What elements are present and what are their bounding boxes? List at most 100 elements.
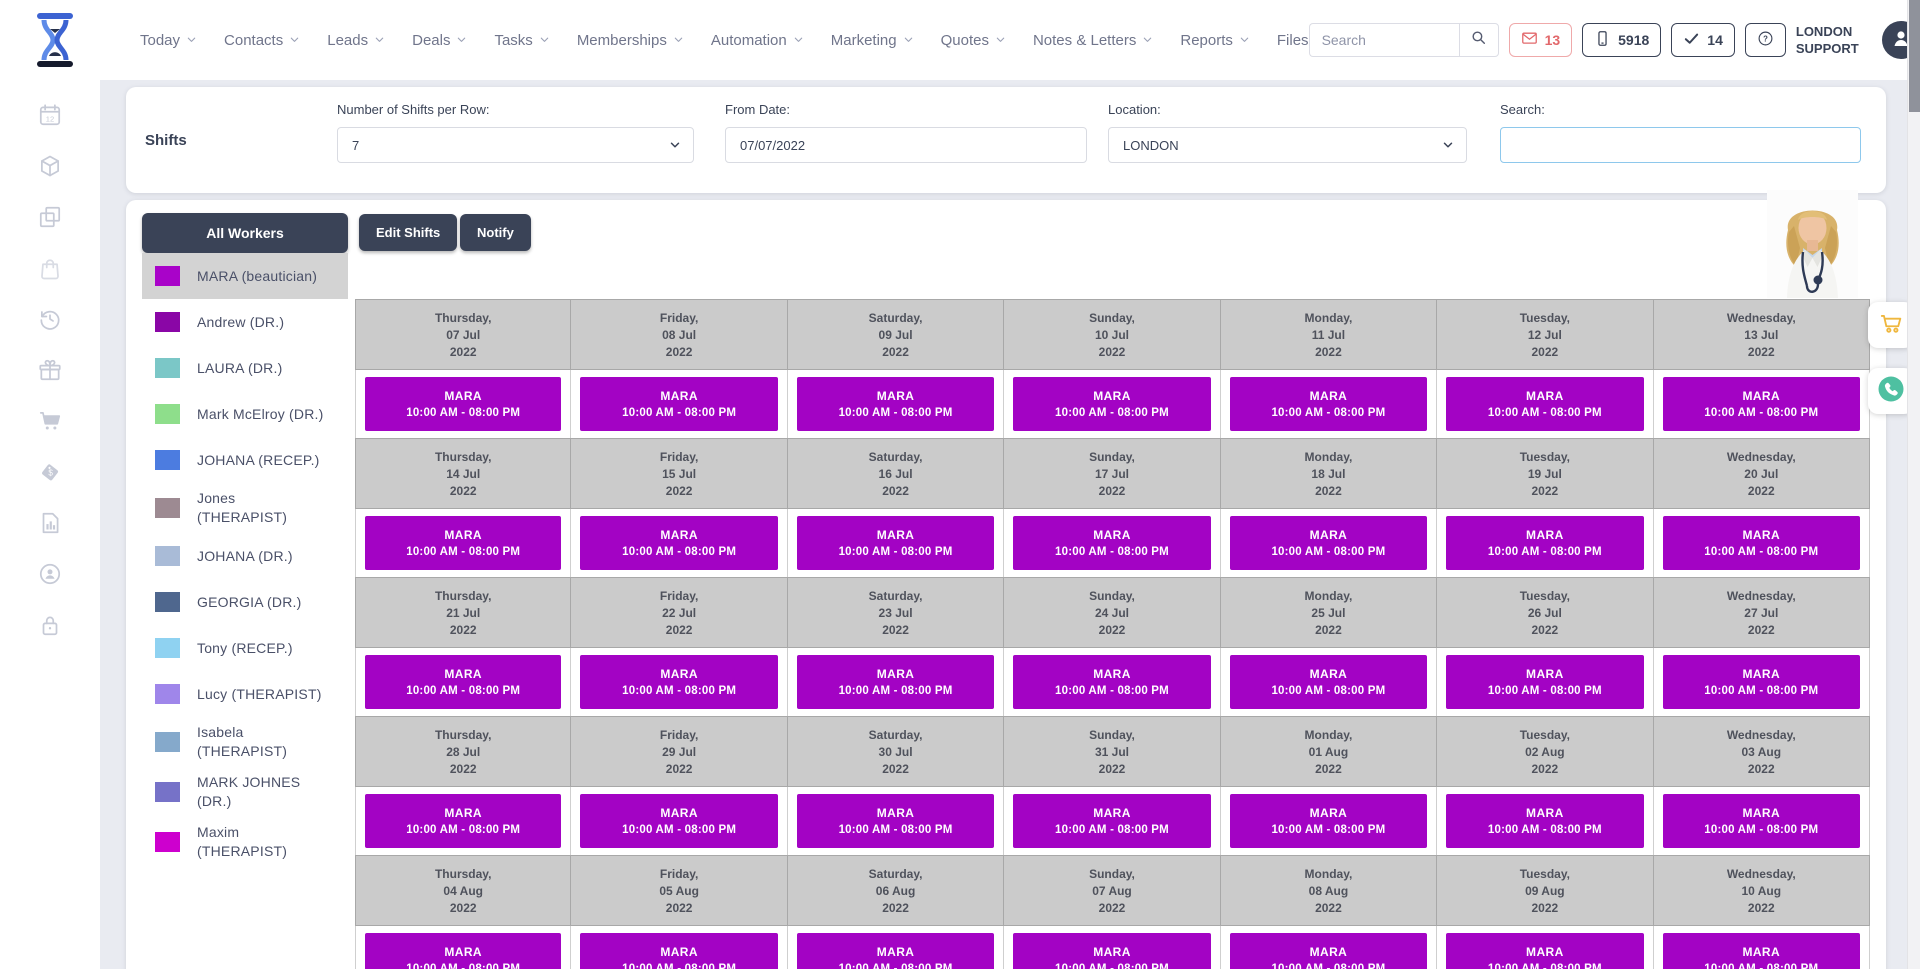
nav-item-memberships[interactable]: Memberships — [577, 32, 684, 49]
nav-item-notes-letters[interactable]: Notes & Letters — [1033, 32, 1153, 49]
lock-icon[interactable] — [37, 612, 63, 638]
worker-item-mark-mcelroy-dr[interactable]: Mark McElroy (DR.) — [142, 391, 348, 437]
nav-item-contacts[interactable]: Contacts — [224, 32, 300, 49]
shift-worker-name: MARA — [877, 389, 915, 403]
worker-item-mara-beautician[interactable]: MARA (beautician) — [142, 253, 348, 299]
main-content: Shifts Number of Shifts per Row: 7 From … — [100, 80, 1908, 969]
shifts-per-row-select[interactable]: 7 — [337, 127, 694, 163]
nav-item-today[interactable]: Today — [140, 32, 197, 49]
shift-entry[interactable]: MARA10:00 AM - 08:00 PM — [1013, 377, 1210, 431]
shift-entry[interactable]: MARA10:00 AM - 08:00 PM — [365, 516, 561, 570]
edit-shifts-button[interactable]: Edit Shifts — [359, 214, 457, 251]
search-button[interactable] — [1459, 23, 1499, 57]
nav-item-automation[interactable]: Automation — [711, 32, 804, 49]
all-workers-button[interactable]: All Workers — [142, 213, 348, 253]
location-select[interactable]: LONDON — [1108, 127, 1467, 163]
worker-item-maxim-therapist[interactable]: Maxim (THERAPIST) — [142, 817, 348, 867]
shift-entry[interactable]: MARA10:00 AM - 08:00 PM — [1013, 516, 1210, 570]
nav-item-marketing[interactable]: Marketing — [831, 32, 914, 49]
shift-entry[interactable]: MARA10:00 AM - 08:00 PM — [1446, 516, 1643, 570]
shift-entry[interactable]: MARA10:00 AM - 08:00 PM — [1230, 794, 1427, 848]
page-scrollbar[interactable] — [1907, 0, 1920, 969]
worker-item-johana-dr[interactable]: JOHANA (DR.) — [142, 533, 348, 579]
shift-entry[interactable]: MARA10:00 AM - 08:00 PM — [365, 933, 561, 969]
nav-item-deals[interactable]: Deals — [412, 32, 467, 49]
package-icon[interactable] — [37, 153, 63, 179]
shift-entry[interactable]: MARA10:00 AM - 08:00 PM — [1663, 655, 1860, 709]
worker-item-laura-dr[interactable]: LAURA (DR.) — [142, 345, 348, 391]
bag-icon[interactable] — [37, 255, 63, 281]
gift-icon[interactable] — [37, 357, 63, 383]
app-logo-hourglass-icon[interactable] — [30, 12, 80, 68]
worker-name: Tony (RECEP.) — [197, 639, 325, 658]
worker-item-mark-johnes-dr[interactable]: MARK JOHNES (DR.) — [142, 767, 348, 817]
worker-item-georgia-dr[interactable]: GEORGIA (DR.) — [142, 579, 348, 625]
mail-notifications-badge[interactable]: 13 — [1509, 23, 1573, 57]
day-shift-cell: MARA10:00 AM - 08:00 PM — [1654, 787, 1870, 855]
shift-entry[interactable]: MARA10:00 AM - 08:00 PM — [1446, 655, 1643, 709]
cart-icon[interactable] — [37, 408, 63, 434]
shift-entry[interactable]: MARA10:00 AM - 08:00 PM — [1230, 377, 1427, 431]
shift-time-range: 10:00 AM - 08:00 PM — [622, 824, 736, 836]
worker-item-lucy-therapist[interactable]: Lucy (THERAPIST) — [142, 671, 348, 717]
price-tag-icon[interactable]: $ — [37, 459, 63, 485]
shift-entry[interactable]: MARA10:00 AM - 08:00 PM — [1663, 794, 1860, 848]
shift-entry[interactable]: MARA10:00 AM - 08:00 PM — [1230, 655, 1427, 709]
shift-entry[interactable]: MARA10:00 AM - 08:00 PM — [1446, 794, 1643, 848]
shifts-search-input[interactable] — [1500, 127, 1861, 163]
shift-time-range: 10:00 AM - 08:00 PM — [1055, 407, 1169, 419]
shift-entry[interactable]: MARA10:00 AM - 08:00 PM — [797, 794, 994, 848]
worker-item-andrew-dr[interactable]: Andrew (DR.) — [142, 299, 348, 345]
worker-item-jones-therapist[interactable]: Jones (THERAPIST) — [142, 483, 348, 533]
worker-item-johana-recep[interactable]: JOHANA (RECEP.) — [142, 437, 348, 483]
from-date-input[interactable] — [725, 127, 1087, 163]
tasks-done-badge[interactable]: 14 — [1671, 23, 1735, 57]
shift-entry[interactable]: MARA10:00 AM - 08:00 PM — [580, 794, 777, 848]
report-icon[interactable] — [37, 510, 63, 536]
nav-item-leads[interactable]: Leads — [327, 32, 385, 49]
nav-item-quotes[interactable]: Quotes — [941, 32, 1006, 49]
nav-item-files[interactable]: Files — [1277, 32, 1309, 49]
nav-item-label: Leads — [327, 32, 368, 49]
notify-button[interactable]: Notify — [460, 214, 531, 251]
nav-item-reports[interactable]: Reports — [1180, 32, 1250, 49]
shift-entry[interactable]: MARA10:00 AM - 08:00 PM — [580, 377, 777, 431]
scrollbar-thumb[interactable] — [1909, 0, 1920, 112]
day-shift-cell: MARA10:00 AM - 08:00 PM — [1004, 926, 1220, 969]
shift-entry[interactable]: MARA10:00 AM - 08:00 PM — [797, 933, 994, 969]
calendar-icon[interactable]: 12 — [37, 102, 63, 128]
shift-entry[interactable]: MARA10:00 AM - 08:00 PM — [1013, 933, 1210, 969]
shift-entry[interactable]: MARA10:00 AM - 08:00 PM — [1013, 655, 1210, 709]
worker-item-tony-recep[interactable]: Tony (RECEP.) — [142, 625, 348, 671]
shift-entry[interactable]: MARA10:00 AM - 08:00 PM — [797, 655, 994, 709]
phone-calls-badge[interactable]: 5918 — [1582, 23, 1661, 57]
copy-icon[interactable] — [37, 204, 63, 230]
topbar-right-cluster: 13 5918 14 ? LONDON SUPPORT — [1309, 21, 1920, 59]
shift-entry[interactable]: MARA10:00 AM - 08:00 PM — [1013, 794, 1210, 848]
day-header: Wednesday,03 Aug2022 — [1654, 716, 1870, 787]
shift-entry[interactable]: MARA10:00 AM - 08:00 PM — [1230, 933, 1427, 969]
help-button[interactable]: ? — [1745, 23, 1786, 57]
shift-entry[interactable]: MARA10:00 AM - 08:00 PM — [580, 933, 777, 969]
shift-entry[interactable]: MARA10:00 AM - 08:00 PM — [365, 655, 561, 709]
shift-entry[interactable]: MARA10:00 AM - 08:00 PM — [797, 516, 994, 570]
shift-entry[interactable]: MARA10:00 AM - 08:00 PM — [1663, 377, 1860, 431]
shift-entry[interactable]: MARA10:00 AM - 08:00 PM — [1446, 377, 1643, 431]
worker-item-isabela-therapist[interactable]: Isabela (THERAPIST) — [142, 717, 348, 767]
shift-time-range: 10:00 AM - 08:00 PM — [622, 407, 736, 419]
shift-entry[interactable]: MARA10:00 AM - 08:00 PM — [580, 516, 777, 570]
shift-entry[interactable]: MARA10:00 AM - 08:00 PM — [1663, 933, 1860, 969]
shift-entry[interactable]: MARA10:00 AM - 08:00 PM — [797, 377, 994, 431]
account-icon[interactable] — [37, 561, 63, 587]
shift-entry[interactable]: MARA10:00 AM - 08:00 PM — [1230, 516, 1427, 570]
shift-entry[interactable]: MARA10:00 AM - 08:00 PM — [1663, 516, 1860, 570]
global-search-input[interactable] — [1309, 23, 1459, 57]
history-icon[interactable] — [37, 306, 63, 332]
nav-item-tasks[interactable]: Tasks — [494, 32, 549, 49]
shift-worker-name: MARA — [1310, 945, 1348, 959]
filter-search-label: Search: — [1500, 102, 1861, 117]
shift-entry[interactable]: MARA10:00 AM - 08:00 PM — [580, 655, 777, 709]
shift-entry[interactable]: MARA10:00 AM - 08:00 PM — [1446, 933, 1643, 969]
shift-entry[interactable]: MARA10:00 AM - 08:00 PM — [365, 794, 561, 848]
shift-entry[interactable]: MARA10:00 AM - 08:00 PM — [365, 377, 561, 431]
